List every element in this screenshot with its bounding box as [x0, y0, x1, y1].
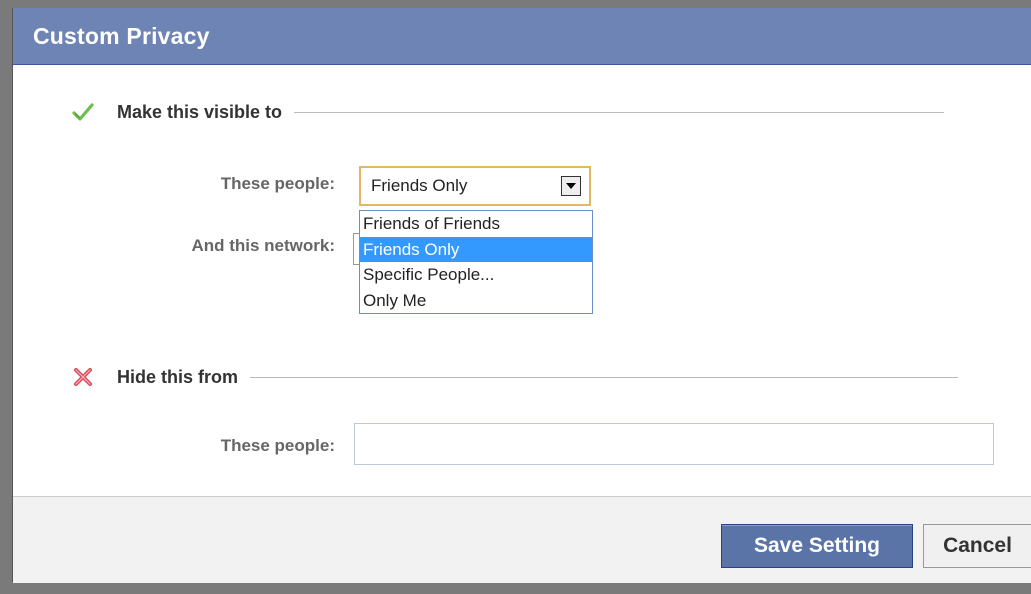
- section-divider: [250, 376, 959, 378]
- hide-these-people-label: These people:: [220, 436, 335, 455]
- save-setting-button[interactable]: Save Setting: [721, 524, 913, 568]
- privacy-options-dropdown[interactable]: Friends of Friends Friends Only Specific…: [359, 210, 593, 314]
- section-divider: [294, 111, 945, 113]
- option-friends-only[interactable]: Friends Only: [360, 236, 592, 262]
- visible-section-label: Make this visible to: [117, 101, 283, 122]
- option-friends-of-friends[interactable]: Friends of Friends: [360, 211, 592, 237]
- option-specific-people[interactable]: Specific People...: [360, 262, 592, 288]
- dialog-title: Custom Privacy: [33, 22, 210, 49]
- select-value: Friends Only: [371, 176, 468, 195]
- check-icon: [71, 100, 95, 124]
- visible-section-heading: Make this visible to: [71, 100, 945, 124]
- these-people-label: These people:: [220, 174, 335, 193]
- custom-privacy-dialog: Custom Privacy Make this visible to Thes…: [12, 8, 1031, 583]
- network-label: And this network:: [191, 236, 335, 255]
- chevron-down-icon[interactable]: [561, 176, 581, 196]
- option-only-me[interactable]: Only Me: [360, 288, 592, 314]
- dialog-footer: Save Setting Cancel: [13, 496, 1031, 583]
- hide-section-heading: Hide this from: [71, 365, 959, 389]
- x-icon: [71, 365, 95, 389]
- hide-section-label: Hide this from: [117, 366, 239, 387]
- these-people-select[interactable]: Friends Only: [359, 166, 591, 206]
- dialog-title-bar: Custom Privacy: [13, 8, 1031, 65]
- cancel-button[interactable]: Cancel: [923, 524, 1031, 568]
- hide-people-input[interactable]: [354, 423, 994, 465]
